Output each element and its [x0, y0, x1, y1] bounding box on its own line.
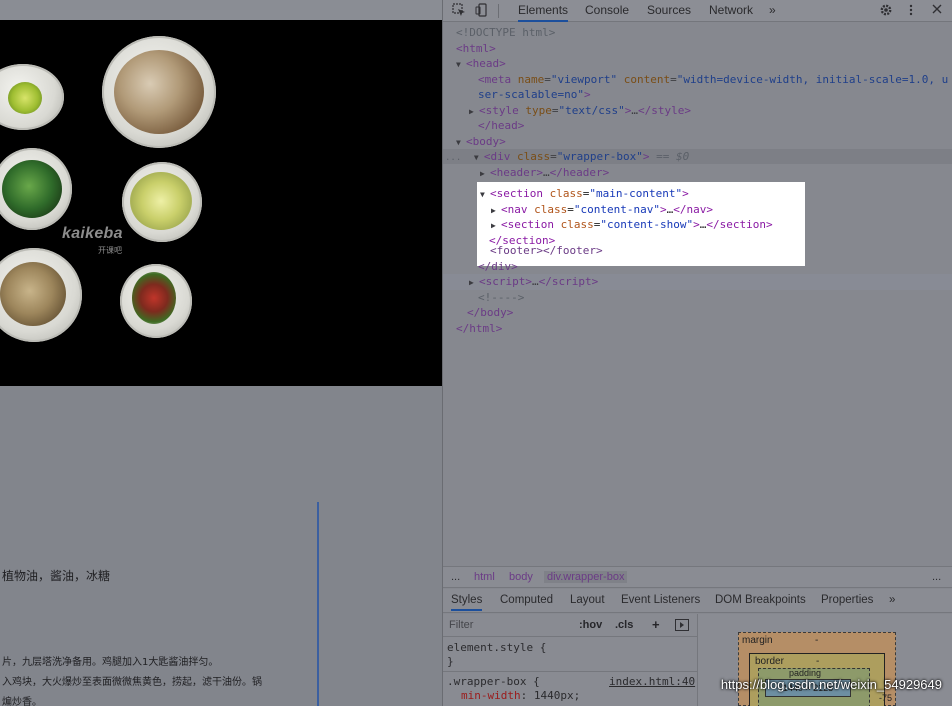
dom-line-meta[interactable]: <meta name="viewport" content="width=dev… [478, 72, 948, 87]
dom-line-footer[interactable]: <footer></footer> [490, 243, 603, 258]
styles-divider-2 [443, 671, 697, 672]
toolbar-divider [498, 4, 499, 18]
hov-toggle[interactable]: :hov [579, 619, 602, 631]
dom-line-main-content[interactable]: ▼ <section class="main-content"> [480, 186, 689, 201]
tab-network[interactable]: Network [709, 3, 753, 22]
dom-line-div-close[interactable]: </div> [478, 259, 518, 274]
margin-label: margin [742, 635, 773, 646]
box-model-margin[interactable]: margin - border - padding 1440 × 2128 -7… [738, 632, 896, 706]
subtab-layout[interactable]: Layout [570, 594, 605, 606]
dom-line-html[interactable]: <html> [456, 41, 496, 56]
min-width-declaration[interactable]: min-width: 1440px; [461, 689, 580, 702]
mushroom-pile [114, 50, 204, 134]
new-style-rule-button[interactable]: + [652, 617, 660, 632]
dom-line-style[interactable]: ▶ <style type="text/css">…</style> [469, 103, 691, 118]
toggle-sidebar-icon[interactable] [675, 619, 689, 631]
border-value: - [816, 656, 820, 667]
subtab-dom-breakpoints[interactable]: DOM Breakpoints [715, 594, 806, 606]
breadcrumb-wrapper-box[interactable]: div.wrapper-box [544, 571, 628, 583]
basil-leaves [2, 160, 62, 218]
margin-right-value: -75 [879, 693, 893, 703]
breadcrumb-html[interactable]: html [474, 571, 495, 583]
dom-line-body[interactable]: ▼ <body> [456, 134, 506, 149]
dom-line-doctype[interactable]: <!DOCTYPE html> [456, 25, 555, 40]
divider-line [317, 502, 319, 706]
border-label: border [755, 656, 784, 667]
devtools-toolbar: Elements Console Sources Network » [443, 0, 952, 22]
brand-logo-text: kaikeba [62, 225, 123, 242]
property-value: 1440px; [533, 689, 581, 702]
styles-divider [443, 636, 697, 637]
dom-line-content-show[interactable]: ▶ <section class="content-show">…</sectio… [491, 217, 773, 232]
cls-toggle[interactable]: .cls [615, 619, 633, 631]
subtab-properties[interactable]: Properties [821, 594, 873, 606]
devtools-panel: Elements Console Sources Network » <!DOC… [442, 0, 952, 706]
style-source-link[interactable]: index.html:40 [609, 675, 695, 688]
breadcrumb-overflow[interactable]: ... [451, 571, 460, 583]
dom-line-html-close[interactable]: </html> [456, 321, 502, 336]
more-tabs-button[interactable]: » [769, 3, 776, 22]
lime-slice [8, 82, 42, 114]
watermark-url: https://blog.csdn.net/weixin_54929649 [720, 677, 942, 692]
selected-node-marker: == $0 [656, 150, 690, 163]
device-toolbar-icon[interactable] [474, 3, 490, 19]
margin-value: - [815, 635, 819, 646]
page-preview: kaikeba 开课吧 植物油，酱油，冰糖 片，九层塔洗净备用。鸡腿加入1大匙酱… [0, 0, 442, 706]
dom-line-header[interactable]: ▶ <header>…</header> [480, 165, 609, 180]
chicken-pieces [0, 262, 66, 326]
step-text-2: 入鸡块，大火爆炒至表面微微焦黄色，捞起，滤干油份。锅 [2, 677, 262, 688]
ginger-slices [130, 172, 192, 230]
tab-sources[interactable]: Sources [647, 3, 691, 22]
tab-elements[interactable]: Elements [518, 3, 569, 22]
chili-peppers [132, 272, 176, 324]
breadcrumb: ... html body div.wrapper-box ... [443, 566, 952, 588]
dom-line-head[interactable]: ▼ <head> [456, 56, 506, 71]
dom-line-comment[interactable]: <!----> [478, 290, 524, 305]
breadcrumb-body[interactable]: body [509, 571, 533, 583]
element-style-close: } [447, 655, 454, 668]
dom-line-script[interactable]: ▶ <script>…</script> [469, 274, 598, 289]
subtab-styles[interactable]: Styles [451, 594, 483, 611]
step-text-1: 片，九层塔洗净备用。鸡腿加入1大匙酱油拌匀。 [2, 657, 219, 668]
element-style-rule[interactable]: element.style { [447, 641, 546, 654]
subtab-more[interactable]: » [889, 594, 895, 606]
settings-gear-icon[interactable] [878, 3, 894, 19]
dom-tree[interactable]: <!DOCTYPE html> <html> ▼ <head> <meta nam… [443, 22, 952, 566]
box-model-pane: margin - border - padding 1440 × 2128 -7… [697, 614, 952, 706]
tab-console[interactable]: Console [585, 3, 629, 22]
dom-line-head-close[interactable]: </head> [478, 118, 524, 133]
breadcrumb-more[interactable]: ... [932, 571, 941, 583]
preview-top-strip [0, 0, 442, 20]
ingredients-text: 植物油，酱油，冰糖 [2, 569, 111, 583]
subtab-computed[interactable]: Computed [500, 594, 553, 606]
kebab-menu-icon[interactable] [903, 3, 919, 19]
hero-image: kaikeba 开课吧 [0, 20, 442, 386]
subtab-event-listeners[interactable]: Event Listeners [621, 594, 700, 606]
dom-line-body-close[interactable]: </body> [467, 305, 513, 320]
dom-line-nav[interactable]: ▶ <nav class="content-nav">…</nav> [491, 202, 713, 217]
inspect-element-icon[interactable] [451, 3, 467, 19]
brand-logo: kaikeba 开课吧 [62, 225, 123, 255]
wrapper-box-rule[interactable]: .wrapper-box { [447, 675, 540, 688]
styles-subtabs: Styles Computed Layout Event Listeners D… [443, 589, 952, 613]
dom-line-meta-cont[interactable]: ser-scalable=no"> [478, 87, 591, 102]
property-name: min-width [461, 689, 521, 702]
dom-line-wrapper-div[interactable]: ... ▼ <div class="wrapper-box"> == $0 [445, 149, 689, 164]
styles-filter-input[interactable]: Filter [449, 619, 473, 631]
close-icon[interactable] [929, 3, 945, 19]
step-text-3: 煸炒香。 [2, 697, 42, 706]
styles-pane: Filter :hov .cls + element.style { } .wr… [443, 614, 697, 706]
brand-logo-subtext: 开课吧 [98, 246, 122, 255]
